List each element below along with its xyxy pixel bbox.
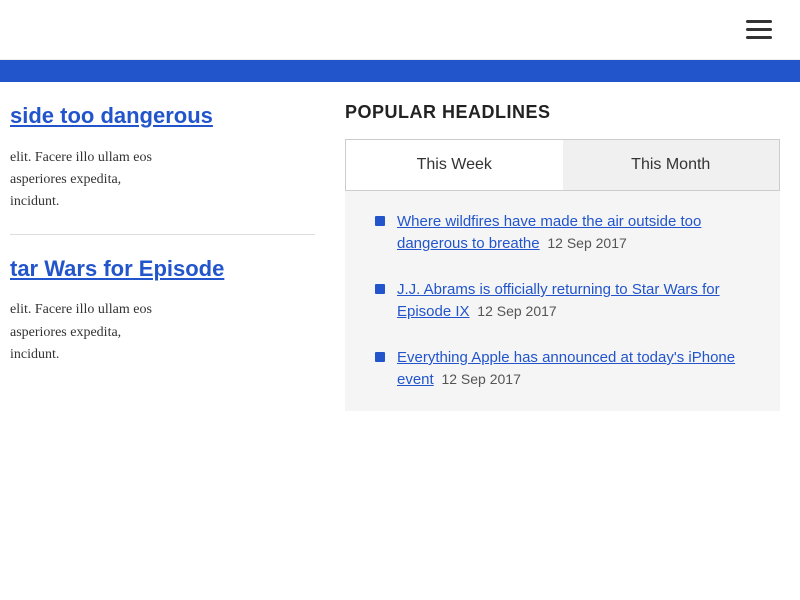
headline-date-3: 12 Sep 2017: [441, 371, 520, 387]
accent-bar: [0, 60, 800, 82]
tabs-container: This Week This Month: [345, 139, 780, 191]
article-2-title[interactable]: tar Wars for Episode: [10, 255, 315, 284]
headline-text-1: Where wildfires have made the air outsid…: [397, 211, 760, 255]
headline-date-2: 12 Sep 2017: [477, 303, 556, 319]
headline-text-2: J.J. Abrams is officially returning to S…: [397, 279, 760, 323]
tab-this-week[interactable]: This Week: [346, 140, 563, 190]
bullet-icon-1: [375, 216, 385, 226]
bullet-icon-3: [375, 352, 385, 362]
headlines-list: Where wildfires have made the air outsid…: [345, 191, 780, 411]
main-content: side too dangerous elit. Facere illo ull…: [0, 82, 800, 600]
top-nav: [0, 0, 800, 60]
headline-date-1: 12 Sep 2017: [547, 235, 626, 251]
headline-item-1: Where wildfires have made the air outsid…: [375, 211, 760, 255]
article-1-title[interactable]: side too dangerous: [10, 102, 315, 131]
left-column: side too dangerous elit. Facere illo ull…: [0, 82, 335, 600]
headline-text-3: Everything Apple has announced at today'…: [397, 347, 760, 391]
tab-this-month[interactable]: This Month: [563, 140, 780, 190]
hamburger-menu-icon[interactable]: [738, 12, 780, 47]
article-divider: [10, 234, 315, 235]
article-1: side too dangerous elit. Facere illo ull…: [10, 102, 315, 214]
headline-link-2[interactable]: J.J. Abrams is officially returning to S…: [397, 281, 720, 320]
headline-item-2: J.J. Abrams is officially returning to S…: [375, 279, 760, 323]
headline-item-3: Everything Apple has announced at today'…: [375, 347, 760, 391]
article-2-body: elit. Facere illo ullam eos asperiores e…: [10, 299, 315, 366]
article-1-body: elit. Facere illo ullam eos asperiores e…: [10, 147, 315, 214]
popular-headlines-title: POPULAR HEADLINES: [345, 102, 780, 123]
bullet-icon-2: [375, 284, 385, 294]
right-column: POPULAR HEADLINES This Week This Month W…: [335, 82, 800, 600]
article-2: tar Wars for Episode elit. Facere illo u…: [10, 255, 315, 367]
